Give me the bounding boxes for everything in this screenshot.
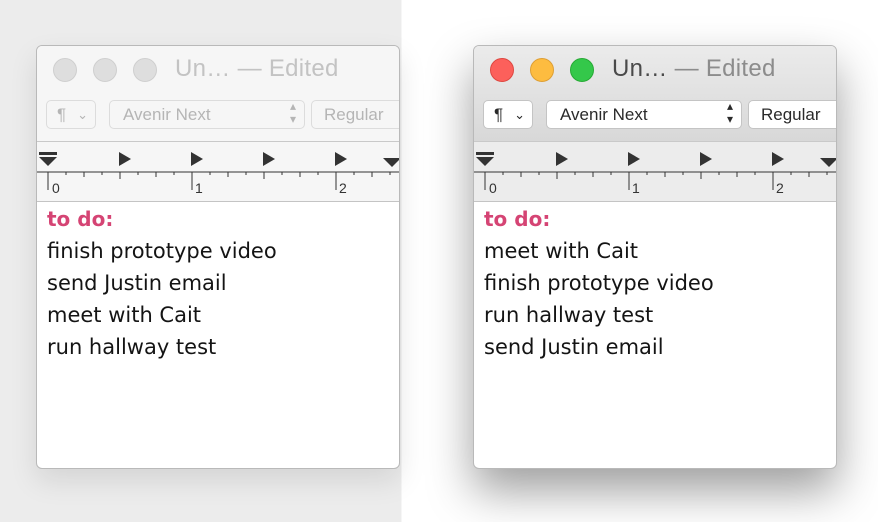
zoom-icon[interactable]	[133, 58, 157, 82]
font-family-value: Avenir Next	[123, 105, 211, 124]
document-name: Un…	[175, 55, 231, 82]
ruler-label: 2	[339, 180, 347, 196]
todo-heading: to do:	[484, 207, 551, 231]
right-indent-marker[interactable]	[820, 158, 837, 167]
ruler-graphic[interactable]: 0 1 2	[474, 142, 837, 202]
ruler-label: 2	[776, 180, 784, 196]
paragraph-style-button[interactable]: ¶ ⌄	[483, 100, 533, 129]
list-item: run hallway test	[47, 335, 217, 359]
zoom-icon[interactable]	[570, 58, 594, 82]
tab-stop-icon[interactable]	[191, 152, 203, 166]
font-family-select[interactable]: Avenir Next ▴ ▾	[109, 100, 305, 129]
font-style-value: Regular	[324, 105, 384, 124]
tab-stop-icon[interactable]	[700, 152, 712, 166]
textedit-window-inactive[interactable]: Un… — Edited ¶ ⌄ Avenir Next ▴▾ Regular	[36, 45, 400, 469]
updown-arrows-icon: ▴ ▾	[726, 100, 733, 126]
todo-heading: to do:	[47, 207, 114, 231]
title-separator: —	[237, 55, 262, 82]
tab-stop-icon[interactable]	[263, 152, 275, 166]
list-item: send Justin email	[484, 335, 664, 359]
font-family-select[interactable]: Avenir Next ▴ ▾	[546, 100, 742, 129]
list-item: send Justin email	[47, 271, 227, 295]
first-line-indent-marker[interactable]	[476, 152, 494, 155]
edited-indicator[interactable]: Edited	[706, 55, 776, 82]
ruler-label: 0	[52, 180, 60, 196]
tab-stop-icon[interactable]	[556, 152, 568, 166]
ruler-label: 0	[489, 180, 497, 196]
tab-stop-icon[interactable]	[772, 152, 784, 166]
title-separator: —	[674, 55, 699, 82]
close-icon[interactable]	[490, 58, 514, 82]
ruler[interactable]: 0 1 2	[474, 142, 836, 202]
list-item: meet with Cait	[484, 239, 639, 263]
font-style-select[interactable]: Regular	[748, 100, 836, 129]
minimize-icon[interactable]	[93, 58, 117, 82]
list-item: finish prototype video	[484, 271, 714, 295]
paragraph-icon: ¶	[57, 105, 67, 124]
window-title: Un… — Edited	[612, 55, 776, 83]
first-line-indent-marker[interactable]	[39, 152, 57, 155]
minimize-icon[interactable]	[530, 58, 554, 82]
paragraph-style-button[interactable]: ¶ ⌄	[46, 100, 96, 129]
document-name: Un…	[612, 55, 668, 82]
list-item: finish prototype video	[47, 239, 277, 263]
document-body[interactable]: to do: finish prototype video send Justi…	[47, 203, 399, 363]
window-title: Un… — Edited	[175, 55, 339, 83]
ruler-label: 1	[195, 180, 203, 196]
font-style-value: Regular	[761, 105, 821, 124]
chevron-down-icon: ⌄	[514, 107, 525, 122]
document-body[interactable]: to do: meet with Cait finish prototype v…	[484, 203, 836, 363]
updown-arrows-icon: ▴ ▾	[289, 100, 296, 126]
right-indent-marker[interactable]	[383, 158, 400, 167]
tab-stop-icon[interactable]	[335, 152, 347, 166]
indent-marker-icon[interactable]	[476, 157, 494, 166]
ruler[interactable]: 0 1 2	[37, 142, 399, 202]
font-family-value: Avenir Next	[560, 105, 648, 124]
paragraph-icon: ¶	[494, 105, 504, 124]
textedit-window-active[interactable]: Un… — Edited ¶ ⌄ Avenir Next ▴▾ Regular	[473, 45, 837, 469]
title-bar[interactable]: Un… — Edited ¶ ⌄ Avenir Next ▴ ▾ Regular	[474, 46, 836, 142]
indent-marker-icon[interactable]	[39, 157, 57, 166]
font-style-select[interactable]: Regular	[311, 100, 399, 129]
edited-indicator[interactable]: Edited	[269, 55, 339, 82]
tab-stop-icon[interactable]	[119, 152, 131, 166]
chevron-down-icon: ⌄	[77, 107, 88, 122]
list-item: run hallway test	[484, 303, 654, 327]
ruler-label: 1	[632, 180, 640, 196]
title-bar[interactable]: Un… — Edited ¶ ⌄ Avenir Next ▴ ▾ Regular	[37, 46, 399, 142]
close-icon[interactable]	[53, 58, 77, 82]
ruler-graphic[interactable]: 0 1 2	[37, 142, 400, 202]
list-item: meet with Cait	[47, 303, 202, 327]
tab-stop-icon[interactable]	[628, 152, 640, 166]
